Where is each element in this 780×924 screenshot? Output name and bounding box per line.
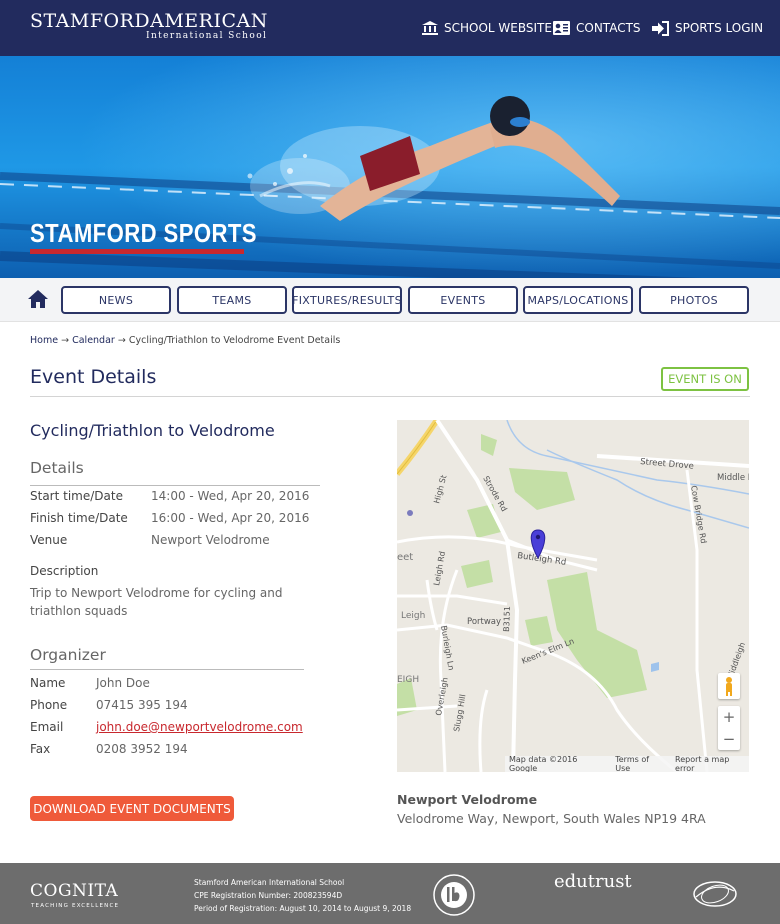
council-of-international-schools-logo[interactable] bbox=[692, 877, 738, 911]
organizer-email-label: Email bbox=[30, 720, 64, 734]
nav-news[interactable]: NEWS bbox=[61, 286, 171, 314]
nav-photos[interactable]: PHOTOS bbox=[639, 286, 749, 314]
nav-teams[interactable]: TEAMS bbox=[177, 286, 287, 314]
map-attribution: Map data ©2016 Google Terms of Use Repor… bbox=[505, 755, 749, 772]
start-time-value: 14:00 - Wed, Apr 20, 2016 bbox=[151, 489, 310, 503]
contacts-icon bbox=[553, 21, 570, 35]
venue-address: Velodrome Way, Newport, South Wales NP19… bbox=[397, 811, 706, 826]
svg-text:eet: eet bbox=[397, 552, 413, 563]
breadcrumb: Home → Calendar → Cycling/Triathlon to V… bbox=[30, 335, 340, 346]
nav-fixtures-results[interactable]: FIXTURES/RESULTS bbox=[292, 286, 402, 314]
top-header: STAMFORDAMERICAN International School SC… bbox=[0, 0, 780, 56]
school-website-label: SCHOOL WEBSITE bbox=[444, 21, 552, 35]
map-data-credit: Map data ©2016 Google bbox=[509, 755, 578, 772]
school-logo[interactable]: STAMFORDAMERICAN bbox=[30, 10, 268, 32]
venue-value: Newport Velodrome bbox=[151, 533, 270, 547]
finish-time-value: 16:00 - Wed, Apr 20, 2016 bbox=[151, 511, 310, 525]
organizer-heading: Organizer bbox=[30, 646, 106, 664]
cognita-tagline: TEACHING EXCELLENCE bbox=[31, 903, 120, 909]
school-icon bbox=[422, 21, 438, 35]
edutrust-logo[interactable]: edutrust bbox=[554, 871, 632, 892]
home-icon[interactable] bbox=[28, 290, 48, 308]
venue-label: Venue bbox=[30, 533, 68, 547]
download-documents-button[interactable]: DOWNLOAD EVENT DOCUMENTS bbox=[30, 796, 234, 821]
ib-world-school-logo[interactable] bbox=[432, 873, 476, 917]
main-nav: NEWS TEAMS FIXTURES/RESULTS EVENTS MAPS/… bbox=[0, 278, 780, 322]
hero-title: STAMFORD SPORTS bbox=[30, 218, 257, 248]
description-text: Trip to Newport Velodrome for cycling an… bbox=[30, 586, 283, 618]
sports-login-label: SPORTS LOGIN bbox=[675, 21, 764, 35]
breadcrumb-home[interactable]: Home bbox=[30, 335, 58, 346]
street-view-pegman-icon[interactable] bbox=[718, 673, 740, 699]
zoom-out-button[interactable]: − bbox=[718, 728, 740, 750]
school-logo-subtitle: International School bbox=[146, 31, 268, 41]
event-name: Cycling/Triathlon to Velodrome bbox=[30, 421, 275, 440]
zoom-in-button[interactable]: + bbox=[718, 706, 740, 728]
organizer-name-label: Name bbox=[30, 676, 66, 690]
school-website-link[interactable]: SCHOOL WEBSITE bbox=[422, 20, 552, 36]
organizer-email-link[interactable]: john.doe@newportvelodrome.com bbox=[96, 720, 303, 734]
contacts-label: CONTACTS bbox=[576, 21, 641, 35]
svg-text:B3151: B3151 bbox=[502, 606, 512, 632]
organizer-phone-label: Phone bbox=[30, 698, 68, 712]
sports-login-link[interactable]: SPORTS LOGIN bbox=[652, 20, 763, 36]
organizer-fax-value: 0208 3952 194 bbox=[96, 742, 188, 756]
school-name-line: Stamford American International School bbox=[194, 878, 345, 887]
details-heading: Details bbox=[30, 459, 84, 477]
hero-title-underline bbox=[30, 249, 244, 254]
login-icon bbox=[652, 20, 669, 36]
cpe-registration-line: CPE Registration Number: 200823594D bbox=[194, 891, 343, 900]
svg-text:EIGH: EIGH bbox=[397, 675, 419, 685]
breadcrumb-arrow: → bbox=[117, 335, 126, 346]
nav-maps-locations[interactable]: MAPS/LOCATIONS bbox=[523, 286, 633, 314]
breadcrumb-calendar[interactable]: Calendar bbox=[72, 335, 115, 346]
organizer-divider bbox=[30, 669, 304, 670]
contacts-link[interactable]: CONTACTS bbox=[553, 20, 641, 36]
registration-info: Stamford American International School C… bbox=[194, 876, 411, 915]
breadcrumb-current: Cycling/Triathlon to Velodrome Event Det… bbox=[128, 335, 341, 346]
organizer-phone-value: 07415 395 194 bbox=[96, 698, 188, 712]
finish-time-label: Finish time/Date bbox=[30, 511, 128, 525]
svg-text:Leigh: Leigh bbox=[401, 611, 425, 621]
breadcrumb-arrow: → bbox=[61, 335, 70, 346]
svg-text:Portway: Portway bbox=[467, 617, 501, 627]
venue-name: Newport Velodrome bbox=[397, 792, 538, 807]
venue-map[interactable]: Street Drove Middle D High St Strode Rd … bbox=[397, 420, 749, 772]
site-footer: COGNITA TEACHING EXCELLENCE Stamford Ame… bbox=[0, 863, 780, 924]
description-label: Description bbox=[30, 564, 99, 578]
cognita-logo[interactable]: COGNITA bbox=[30, 881, 118, 901]
organizer-name-value: John Doe bbox=[96, 676, 150, 690]
start-time-label: Start time/Date bbox=[30, 489, 123, 503]
nav-events[interactable]: EVENTS bbox=[408, 286, 518, 314]
page-title: Event Details bbox=[30, 366, 157, 388]
svg-text:Middle D: Middle D bbox=[717, 473, 749, 483]
event-status-badge: EVENT IS ON bbox=[661, 367, 749, 391]
title-divider bbox=[30, 396, 750, 397]
registration-period-line: Period of Registration: August 10, 2014 … bbox=[194, 904, 412, 913]
organizer-fax-label: Fax bbox=[30, 742, 51, 756]
map-report-link[interactable]: Report a map error bbox=[675, 755, 749, 772]
details-divider bbox=[30, 485, 320, 486]
map-tiles: Street Drove Middle D High St Strode Rd … bbox=[397, 420, 749, 772]
map-zoom-controls: + − bbox=[718, 706, 740, 750]
map-terms-link[interactable]: Terms of Use bbox=[615, 755, 665, 772]
